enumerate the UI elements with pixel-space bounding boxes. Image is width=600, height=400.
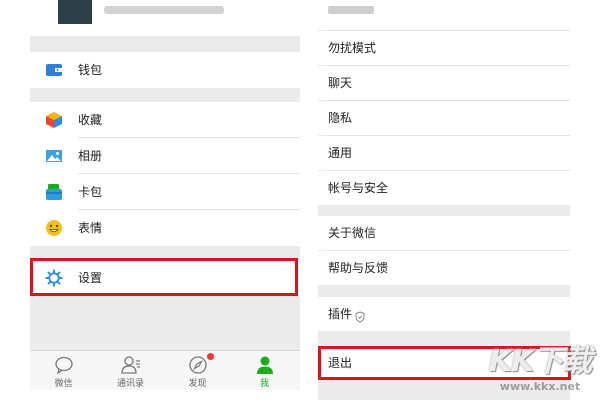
menu-item-label: 卡包 — [78, 185, 103, 199]
menu-item-label: 设置 — [78, 271, 103, 285]
menu-item-favorites[interactable]: 收藏 — [30, 102, 300, 138]
smiley-icon — [45, 219, 63, 237]
menu-item-wallet[interactable]: 钱包 — [30, 52, 300, 88]
settings-item-help-feedback[interactable]: 帮助与反馈 — [318, 251, 570, 285]
shield-icon — [355, 308, 365, 327]
profile-id-obscured — [104, 6, 224, 14]
tab-discover[interactable]: 发现 — [164, 351, 231, 390]
me-page-panel: 钱包 收藏 相册 卡包 表情 设置 微信 通讯录 发现 我 — [30, 0, 300, 390]
settings-item-label: 帐号与安全 — [328, 181, 389, 195]
settings-item-label: 帮助与反馈 — [328, 261, 389, 275]
tab-chats[interactable]: 微信 — [30, 351, 97, 390]
menu-item-label: 表情 — [78, 221, 103, 235]
gear-icon — [45, 269, 63, 287]
compass-icon — [189, 356, 207, 374]
wallet-icon — [45, 61, 63, 79]
menu-item-stickers[interactable]: 表情 — [30, 210, 300, 246]
favorites-cube-icon — [45, 111, 63, 129]
watermark-url-text: www.kkx.net — [499, 380, 581, 393]
settings-item-plugins[interactable]: 插件 — [318, 297, 570, 331]
site-watermark-logo: KK下载 www.kkx.net — [482, 336, 598, 398]
settings-item-chat[interactable]: 聊天 — [318, 66, 570, 100]
person-icon — [257, 356, 273, 374]
album-icon — [45, 147, 63, 165]
notification-dot — [207, 353, 214, 360]
settings-item-label: 隐私 — [328, 111, 353, 125]
profile-header[interactable] — [30, 0, 300, 36]
menu-item-label: 钱包 — [78, 63, 103, 77]
menu-item-cards[interactable]: 卡包 — [30, 174, 300, 210]
menu-item-album[interactable]: 相册 — [30, 138, 300, 174]
card-wallet-icon — [45, 183, 63, 201]
settings-item-cut-off[interactable] — [318, 0, 570, 30]
settings-item-label: 聊天 — [328, 76, 353, 90]
settings-item-do-not-disturb[interactable]: 勿扰模式 — [318, 31, 570, 65]
settings-item-general[interactable]: 通用 — [318, 136, 570, 170]
tab-label: 通讯录 — [116, 379, 144, 389]
settings-item-label: 关于微信 — [328, 226, 377, 240]
settings-item-label: 通用 — [328, 146, 353, 160]
chat-bubble-icon — [55, 356, 73, 375]
tab-label: 发现 — [188, 379, 207, 389]
settings-item-label: 插件 — [328, 307, 353, 321]
screenshot-composite: 钱包 收藏 相册 卡包 表情 设置 微信 通讯录 发现 我 勿扰模式 聊天 隐私… — [0, 0, 600, 400]
bottom-tab-bar: 微信 通讯录 发现 我 — [30, 350, 300, 390]
tab-me[interactable]: 我 — [231, 351, 298, 390]
avatar — [58, 0, 92, 24]
settings-item-label: 勿扰模式 — [328, 41, 377, 55]
cut-off-label — [328, 6, 374, 14]
tab-contacts[interactable]: 通讯录 — [97, 351, 164, 390]
settings-item-account-security[interactable]: 帐号与安全 — [318, 171, 570, 205]
menu-item-settings[interactable]: 设置 — [30, 260, 300, 296]
watermark-brand-text: KK下载 — [488, 344, 593, 379]
tab-label: 微信 — [54, 379, 73, 389]
tab-label: 我 — [259, 379, 269, 389]
settings-item-privacy[interactable]: 隐私 — [318, 101, 570, 135]
contacts-icon — [121, 356, 140, 374]
menu-item-label: 收藏 — [78, 113, 103, 127]
settings-item-about[interactable]: 关于微信 — [318, 216, 570, 250]
settings-item-label: 退出 — [328, 356, 353, 370]
menu-item-label: 相册 — [78, 149, 103, 163]
